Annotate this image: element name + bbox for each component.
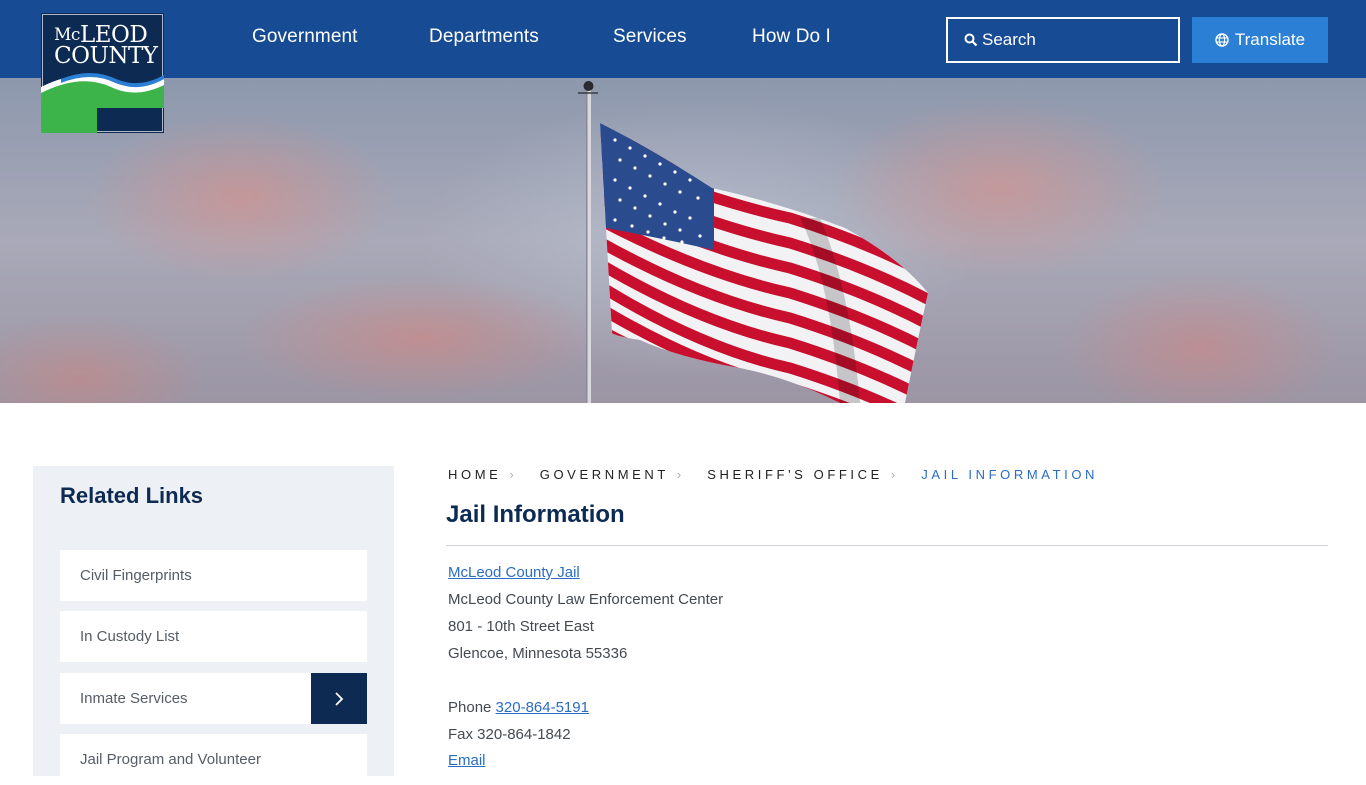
globe-icon — [1215, 33, 1229, 47]
chevron-right-icon — [335, 691, 344, 706]
nav-departments[interactable]: Departments — [429, 26, 539, 48]
search-icon — [964, 33, 978, 47]
breadcrumb-home[interactable]: HOME — [448, 467, 501, 482]
translate-button[interactable]: Translate — [1192, 17, 1328, 63]
email-row: Email — [448, 752, 486, 769]
sidebar-item-label: Inmate Services — [80, 690, 188, 707]
logo-text: McLEOD COUNTY — [54, 22, 158, 69]
email-link[interactable]: Email — [448, 752, 486, 769]
county-logo[interactable]: McLEOD COUNTY — [41, 13, 164, 133]
phone-label: Phone — [448, 699, 492, 716]
related-links-panel: Related Links Civil Fingerprints In Cust… — [33, 466, 394, 785]
chevron-right-icon: › — [509, 467, 514, 482]
phone-link[interactable]: 320-864-5191 — [496, 699, 589, 716]
breadcrumb: HOME › GOVERNMENT › SHERIFF'S OFFICE › J… — [448, 467, 1098, 482]
sidebar-item-in-custody-list[interactable]: In Custody List — [60, 611, 367, 662]
breadcrumb-current: JAIL INFORMATION — [921, 467, 1099, 482]
address-line-3: Glencoe, Minnesota 55336 — [448, 645, 628, 662]
sidebar-item-civil-fingerprints[interactable]: Civil Fingerprints — [60, 550, 367, 601]
sidebar-item-label: Civil Fingerprints — [80, 567, 192, 584]
related-links-title: Related Links — [60, 483, 204, 508]
fax-line: Fax 320-864-1842 — [448, 726, 571, 743]
expand-submenu-button[interactable] — [311, 673, 367, 724]
nav-services[interactable]: Services — [613, 26, 687, 48]
nav-government[interactable]: Government — [252, 26, 358, 48]
jail-link[interactable]: McLeod County Jail — [448, 564, 580, 581]
phone-row: Phone 320-864-5191 — [448, 699, 589, 716]
breadcrumb-sheriffs-office[interactable]: SHERIFF'S OFFICE — [707, 467, 883, 482]
sidebar-item-label: Jail Program and Volunteer — [80, 751, 261, 768]
translate-label: Translate — [1234, 30, 1306, 49]
page-title: Jail Information — [446, 501, 625, 528]
title-divider — [446, 545, 1328, 546]
breadcrumb-government[interactable]: GOVERNMENT — [540, 467, 669, 482]
search-label: Search — [982, 30, 1036, 49]
sidebar-item-jail-program[interactable]: Jail Program and Volunteer — [60, 734, 367, 785]
chevron-right-icon: › — [676, 467, 682, 482]
hero-banner — [0, 78, 1366, 403]
search-input[interactable]: Search — [946, 17, 1180, 63]
chevron-right-icon: › — [890, 467, 896, 482]
sidebar-item-inmate-services[interactable]: Inmate Services — [60, 673, 367, 724]
american-flag-image — [578, 81, 928, 403]
address-line-1: McLeod County Law Enforcement Center — [448, 591, 724, 608]
site-header: McLEOD COUNTY Government Departments Ser… — [0, 0, 1366, 133]
jail-link-row: McLeod County Jail — [448, 564, 580, 581]
nav-how-do-i[interactable]: How Do I — [752, 26, 831, 48]
address-line-2: 801 - 10th Street East — [448, 618, 594, 635]
sidebar-item-label: In Custody List — [80, 628, 180, 645]
